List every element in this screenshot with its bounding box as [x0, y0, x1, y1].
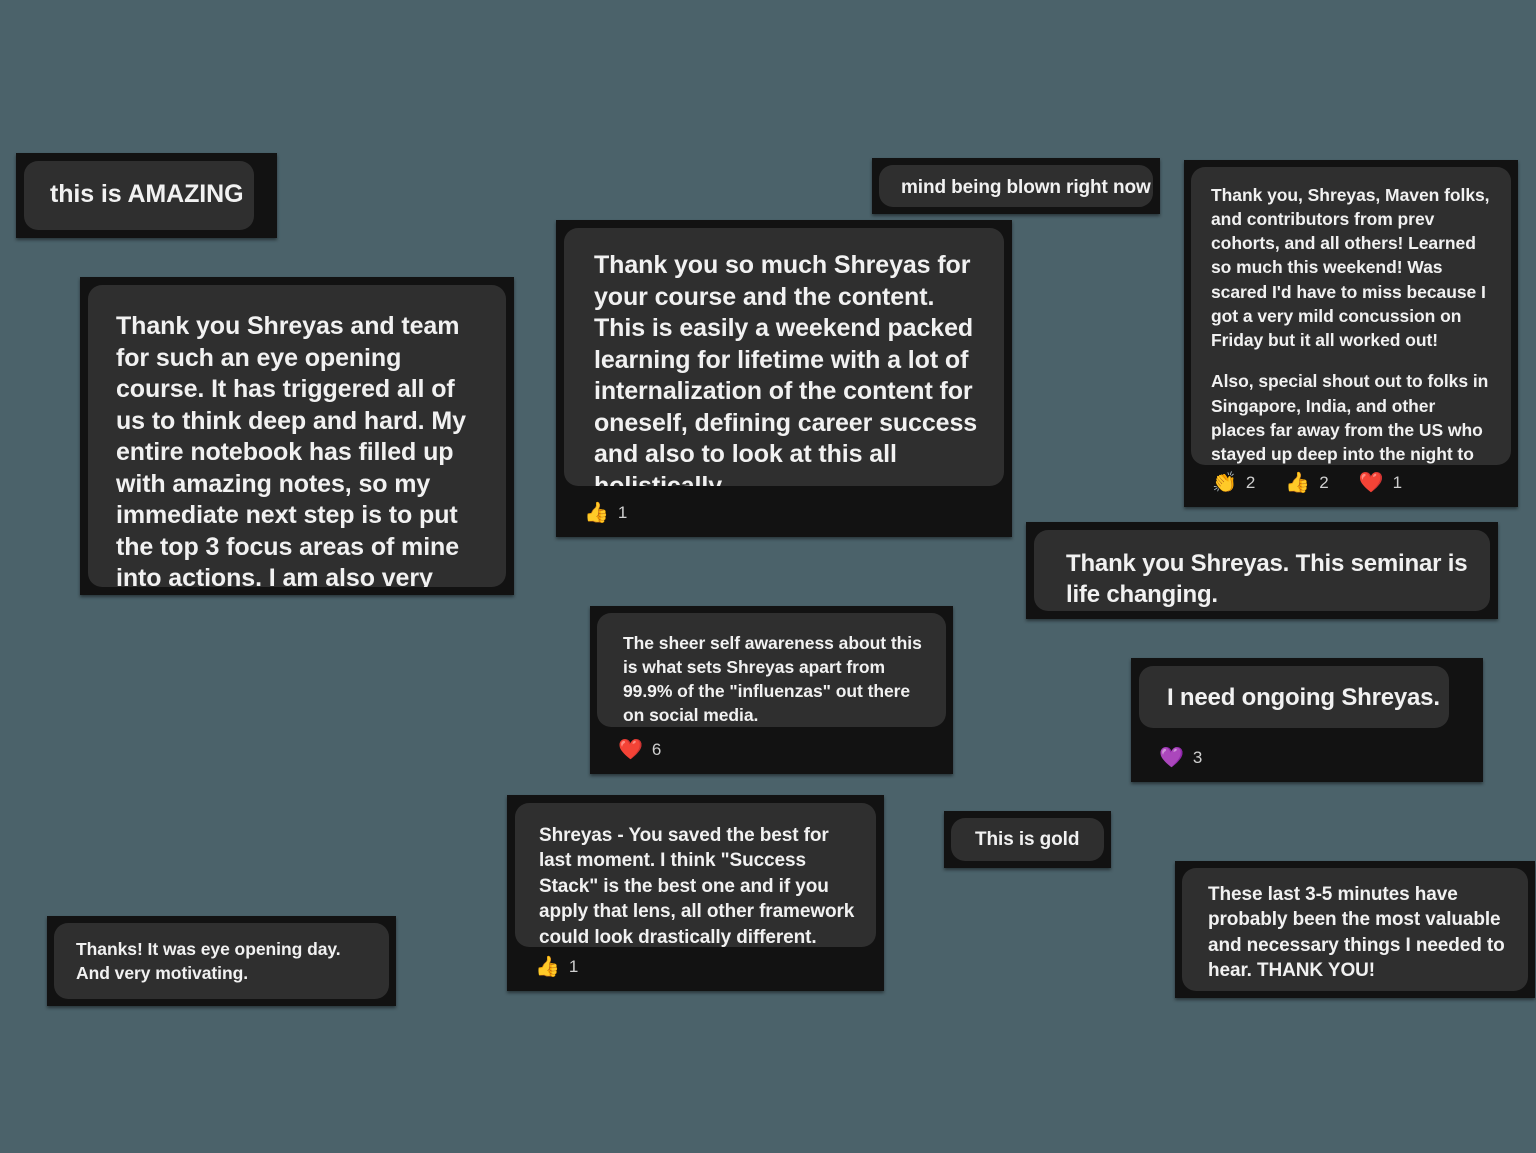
message-bubble: These last 3-5 minutes have probably bee…	[1182, 868, 1528, 991]
message-text: I need ongoing Shreyas.	[1167, 684, 1440, 711]
reaction-bar: ❤️ 6	[590, 740, 953, 774]
message-card-ongoing: I need ongoing Shreyas. 💜 3	[1131, 658, 1483, 782]
message-text: mind being blown right now	[901, 177, 1151, 198]
red-heart-emoji-icon: ❤️	[618, 739, 643, 761]
message-card-thanks-motivating: Thanks! It was eye opening day. And very…	[47, 916, 396, 1006]
thumbs-up-emoji-icon: 👍	[584, 502, 609, 524]
reaction-thumbs-up[interactable]: 👍 2	[1285, 473, 1328, 493]
message-card-weekend-packed: Thank you so much Shreyas for your cours…	[556, 220, 1012, 537]
message-card-this-is-gold: This is gold	[944, 811, 1111, 868]
message-text: Shreyas - You saved the best for last mo…	[539, 825, 855, 947]
message-bubble: This is gold	[951, 818, 1104, 861]
message-bubble: Thank you so much Shreyas for your cours…	[564, 228, 1004, 486]
message-card-eye-opening: Thank you Shreyas and team for such an e…	[80, 277, 514, 595]
message-paragraph-1: Thank you, Shreyas, Maven folks, and con…	[1211, 185, 1490, 350]
message-bubble: Thanks! It was eye opening day. And very…	[54, 923, 389, 999]
clapping-hands-emoji-icon: 👏	[1212, 472, 1237, 494]
reaction-bar: 👍 1	[507, 957, 884, 991]
message-paragraph-2: Also, special shout out to folks in Sing…	[1211, 371, 1489, 464]
message-bubble: Shreyas - You saved the best for last mo…	[515, 803, 876, 947]
reaction-bar: 👏 2 👍 2 ❤️ 1	[1184, 473, 1518, 507]
message-card-success-stack: Shreyas - You saved the best for last mo…	[507, 795, 884, 991]
message-bubble: The sheer self awareness about this is w…	[597, 613, 946, 727]
reaction-bar: 💜 3	[1131, 748, 1483, 782]
red-heart-emoji-icon: ❤️	[1358, 472, 1384, 494]
message-text: The sheer self awareness about this is w…	[623, 633, 922, 726]
reaction-count: 1	[1392, 473, 1403, 492]
testimonial-collage-canvas: this is AMAZING Thank you Shreyas and te…	[0, 0, 1536, 1153]
thumbs-up-emoji-icon: 👍	[1285, 472, 1311, 494]
reaction-clapping-hands[interactable]: 👏 2	[1212, 473, 1255, 493]
message-bubble: Thank you Shreyas and team for such an e…	[88, 285, 506, 587]
message-card-mind-blown: mind being blown right now	[872, 158, 1160, 214]
message-text: This is gold	[975, 829, 1080, 850]
message-card-amazing: this is AMAZING	[16, 153, 277, 238]
message-text: Thanks! It was eye opening day. And very…	[76, 939, 341, 984]
purple-heart-emoji-icon: 💜	[1159, 747, 1184, 769]
reaction-count: 2	[1245, 473, 1256, 492]
message-card-maven-folks: Thank you, Shreyas, Maven folks, and con…	[1184, 160, 1518, 507]
reaction-count: 1	[568, 957, 579, 976]
thumbs-up-emoji-icon: 👍	[535, 956, 560, 978]
reaction-count: 2	[1319, 473, 1329, 492]
message-card-seminar: Thank you Shreyas. This seminar is life …	[1026, 522, 1498, 619]
message-bubble: Thank you, Shreyas, Maven folks, and con…	[1191, 167, 1511, 465]
message-bubble: mind being blown right now	[879, 165, 1153, 207]
reaction-bar: 👍 1	[556, 503, 1012, 537]
message-card-self-awareness: The sheer self awareness about this is w…	[590, 606, 953, 774]
message-bubble: this is AMAZING	[24, 161, 254, 230]
message-text: Thank you Shreyas. This seminar is life …	[1066, 550, 1468, 609]
message-text: this is AMAZING	[50, 180, 244, 208]
reaction-count: 3	[1192, 748, 1203, 767]
message-text: Thank you Shreyas and team for such an e…	[116, 312, 466, 587]
reaction-thumbs-up[interactable]: 👍 1	[584, 503, 627, 523]
message-bubble: Thank you Shreyas. This seminar is life …	[1034, 530, 1490, 611]
reaction-count: 6	[651, 740, 662, 759]
reaction-red-heart[interactable]: ❤️ 6	[618, 740, 661, 760]
message-bubble: I need ongoing Shreyas.	[1139, 666, 1449, 728]
message-text: These last 3-5 minutes have probably bee…	[1208, 884, 1505, 982]
reaction-thumbs-up[interactable]: 👍 1	[535, 957, 578, 977]
message-text: Thank you so much Shreyas for your cours…	[594, 251, 978, 486]
reaction-red-heart[interactable]: ❤️ 1	[1359, 473, 1402, 493]
reaction-count: 1	[617, 503, 628, 522]
reaction-purple-heart[interactable]: 💜 3	[1159, 748, 1202, 768]
message-card-last-minutes: These last 3-5 minutes have probably bee…	[1175, 861, 1535, 998]
